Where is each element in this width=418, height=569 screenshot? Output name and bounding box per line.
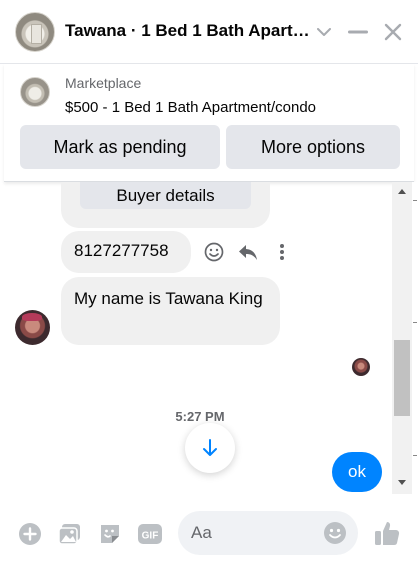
gif-icon[interactable]: GIF bbox=[137, 521, 163, 547]
message-composer: GIF bbox=[0, 494, 418, 569]
chevron-down-icon[interactable] bbox=[312, 20, 336, 44]
seen-indicator-avatar bbox=[352, 358, 370, 376]
marketplace-label: Marketplace bbox=[65, 75, 142, 91]
plus-circle-icon[interactable] bbox=[17, 521, 43, 547]
message-bubble-outgoing[interactable]: ok bbox=[332, 452, 382, 492]
sticker-icon[interactable] bbox=[97, 521, 123, 547]
buyer-details-card: Buyer details bbox=[61, 182, 270, 228]
message-actions bbox=[202, 240, 294, 264]
background-page-edge bbox=[412, 182, 418, 494]
listing-avatar[interactable] bbox=[15, 12, 55, 52]
svg-text:GIF: GIF bbox=[142, 531, 159, 542]
buyer-details-button[interactable]: Buyer details bbox=[80, 182, 251, 209]
listing-thumbnail[interactable] bbox=[20, 77, 50, 107]
background-divider bbox=[413, 322, 417, 323]
message-bubble-incoming[interactable]: 8127277758 bbox=[61, 231, 191, 273]
reply-icon[interactable] bbox=[236, 240, 260, 264]
thumbs-up-icon[interactable] bbox=[372, 518, 402, 548]
sender-avatar[interactable] bbox=[15, 310, 50, 345]
background-divider bbox=[413, 200, 417, 201]
chat-header: Tawana · 1 Bed 1 Bath Apartment/condo bbox=[0, 0, 418, 64]
minimize-icon[interactable] bbox=[346, 20, 370, 44]
message-timestamp: 5:27 PM bbox=[175, 409, 225, 424]
arrow-down-icon bbox=[203, 439, 217, 456]
message-input-wrapper bbox=[178, 511, 358, 555]
message-bubble-incoming[interactable]: My name is Tawana King bbox=[61, 277, 280, 345]
scroll-to-bottom-button[interactable] bbox=[185, 423, 235, 473]
react-emoji-icon[interactable] bbox=[202, 240, 226, 264]
scrollbar[interactable] bbox=[392, 182, 412, 494]
scroll-down-arrow-icon[interactable] bbox=[398, 480, 406, 485]
listing-title[interactable]: $500 - 1 Bed 1 Bath Apartment/condo bbox=[65, 99, 316, 116]
more-options-button[interactable]: More options bbox=[226, 125, 400, 169]
close-icon[interactable] bbox=[381, 20, 405, 44]
marketplace-banner: Marketplace $500 - 1 Bed 1 Bath Apartmen… bbox=[4, 64, 414, 182]
scrollbar-thumb[interactable] bbox=[394, 340, 410, 416]
emoji-icon[interactable] bbox=[323, 521, 347, 545]
message-list[interactable]: Buyer details 8127277758 My name is Tawa… bbox=[0, 182, 418, 492]
message-input[interactable] bbox=[191, 522, 321, 544]
background-divider bbox=[413, 455, 417, 456]
mark-as-pending-button[interactable]: Mark as pending bbox=[20, 125, 220, 169]
chat-title[interactable]: Tawana · 1 Bed 1 Bath Apartment/condo bbox=[65, 21, 310, 41]
more-actions-icon[interactable] bbox=[270, 240, 294, 264]
photo-icon[interactable] bbox=[57, 521, 83, 547]
scroll-up-arrow-icon[interactable] bbox=[398, 189, 406, 194]
